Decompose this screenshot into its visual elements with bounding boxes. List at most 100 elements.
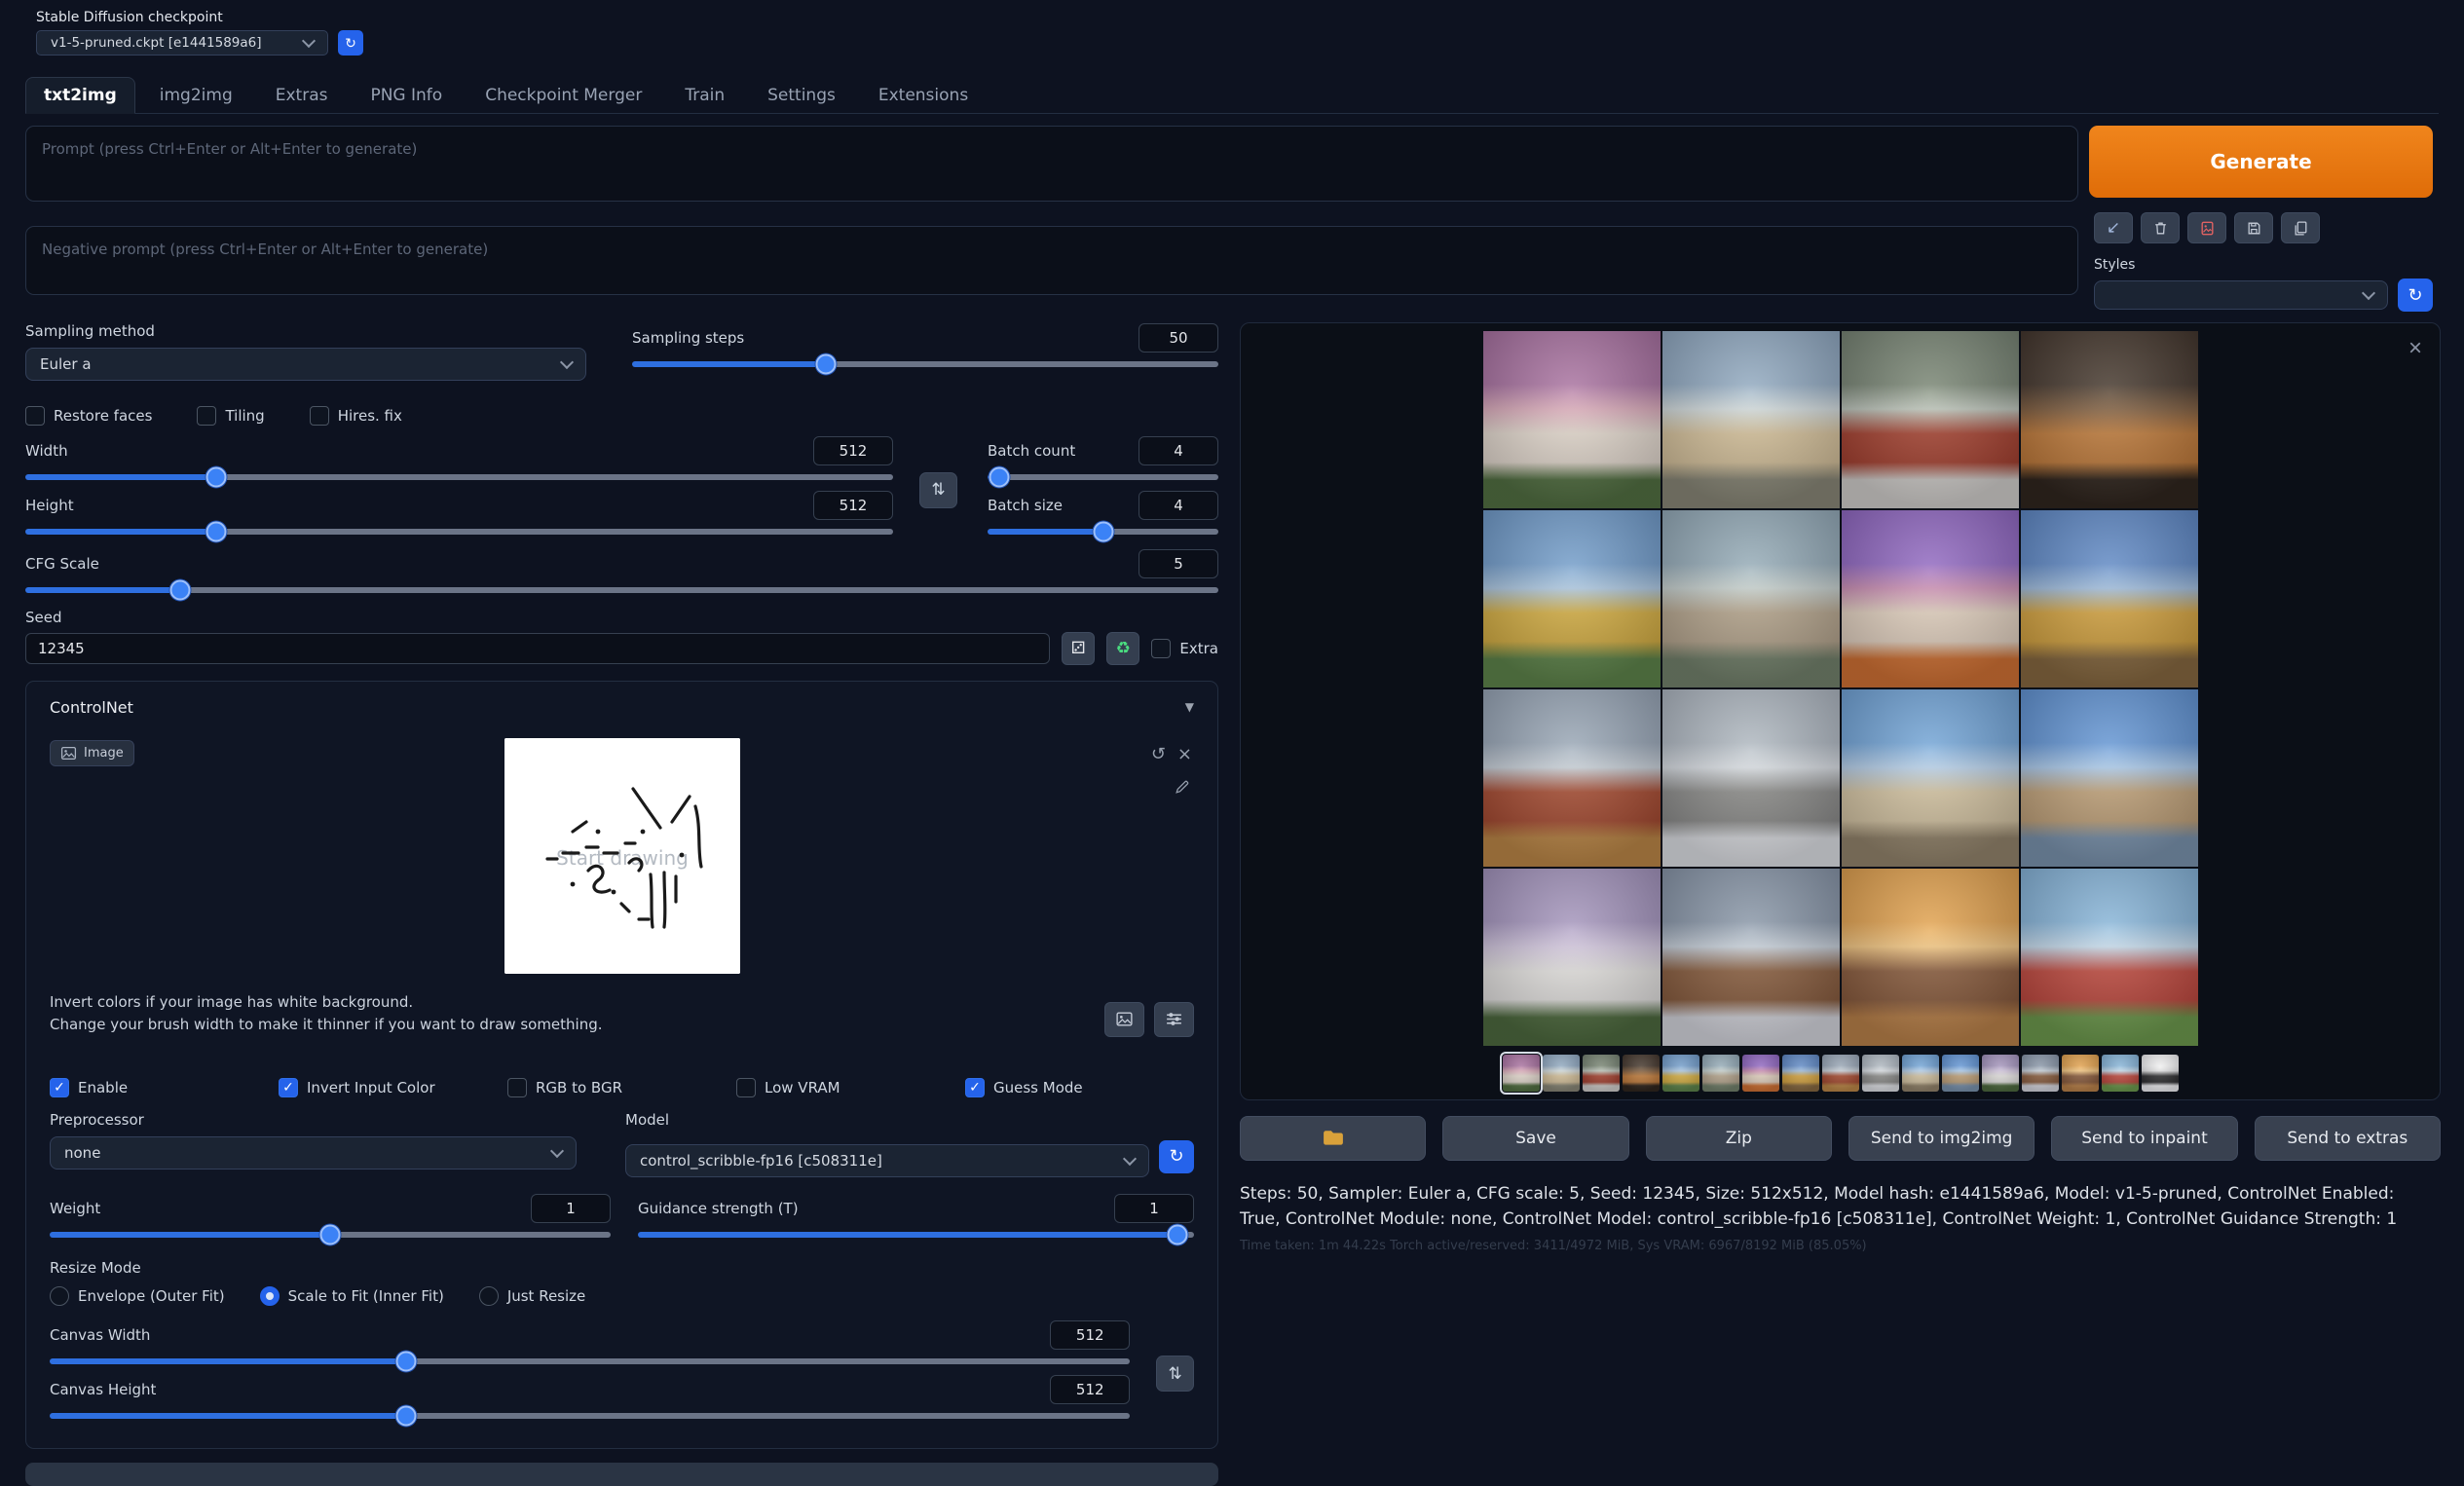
brush-icon[interactable] (1174, 779, 1190, 799)
checkbox-low-vram[interactable]: Low VRAM (736, 1078, 965, 1097)
tab-settings[interactable]: Settings (749, 77, 854, 114)
width-slider[interactable] (25, 474, 893, 480)
controlnet-accordion-header[interactable]: ControlNet ▼ (50, 695, 1194, 719)
batch-size-slider[interactable] (988, 529, 1218, 535)
thumbnail-white-cottage[interactable] (1982, 1055, 2019, 1092)
canvas-height-slider[interactable] (50, 1413, 1130, 1419)
send-to-extras-button[interactable]: Send to extras (2255, 1116, 2441, 1161)
send-to-inpaint-button[interactable]: Send to inpaint (2051, 1116, 2237, 1161)
controlnet-model-select[interactable]: control_scribble-fp16 [c508311e] (625, 1144, 1149, 1177)
gallery-image-town-road[interactable] (2021, 689, 2198, 867)
controlnet-weight-slider[interactable] (50, 1232, 611, 1238)
sampling-steps-slider[interactable] (632, 361, 1218, 367)
tab-checkpoint-merger[interactable]: Checkpoint Merger (467, 77, 660, 114)
gallery-image-dusk-farmhouse[interactable] (2021, 331, 2198, 508)
cfg-scale-value[interactable]: 5 (1139, 549, 1218, 578)
cfg-scale-slider[interactable] (25, 587, 1218, 593)
gallery-image-yellow-house[interactable] (1483, 510, 1661, 687)
gallery-image-sunny-street[interactable] (1842, 689, 2019, 867)
prompt-input[interactable] (25, 126, 2078, 202)
thumbnail-sunset-villa[interactable] (1742, 1055, 1779, 1092)
open-image-button[interactable] (1104, 1002, 1144, 1037)
checkbox-enable[interactable]: ✓Enable (50, 1078, 279, 1097)
width-value[interactable]: 512 (813, 436, 893, 465)
gallery-image-village-lane[interactable] (1662, 331, 1840, 508)
radio-envelope-outer-fit[interactable]: Envelope (Outer Fit) (50, 1286, 225, 1306)
checkbox-hires-fix[interactable]: Hires. fix (310, 406, 402, 426)
thumbnail-autumn-house[interactable] (1782, 1055, 1819, 1092)
send-to-img2img-button[interactable]: Send to img2img (1848, 1116, 2035, 1161)
sampling-method-select[interactable]: Euler a (25, 348, 586, 381)
tab-train[interactable]: Train (666, 77, 743, 114)
thumbnail-golden-sunset-house[interactable] (2062, 1055, 2099, 1092)
refresh-checkpoint-button[interactable]: ↻ (338, 30, 363, 56)
image-chip[interactable]: Image (50, 740, 134, 766)
gallery-image-brick-farmhouse[interactable] (1483, 689, 1661, 867)
gallery-image-stone-house[interactable] (1662, 510, 1840, 687)
batch-size-value[interactable]: 4 (1139, 491, 1218, 520)
reuse-seed-button[interactable]: ♻ (1106, 632, 1139, 665)
radio-scale-to-fit-inner-fit[interactable]: Scale to Fit (Inner Fit) (260, 1286, 444, 1306)
thumbnail-stone-house[interactable] (1702, 1055, 1739, 1092)
guidance-strength-value[interactable]: 1 (1114, 1194, 1194, 1223)
thumbnail-red-farmhouse[interactable] (2102, 1055, 2139, 1092)
swap-canvas-size-button[interactable]: ⇅ (1156, 1356, 1194, 1392)
extra-networks-button[interactable] (2187, 212, 2226, 243)
checkbox-invert-input-color[interactable]: ✓Invert Input Color (279, 1078, 507, 1097)
checkbox-tiling[interactable]: Tiling (197, 406, 264, 426)
clear-prompt-button[interactable] (2141, 212, 2180, 243)
canvas-width-value[interactable]: 512 (1050, 1320, 1130, 1350)
batch-count-value[interactable]: 4 (1139, 436, 1218, 465)
height-slider[interactable] (25, 529, 893, 535)
thumbnail-mountain-cabin[interactable] (2022, 1055, 2059, 1092)
thumbnail-pink-sky-cottage[interactable] (1503, 1055, 1540, 1092)
negative-prompt-input[interactable] (25, 226, 2078, 295)
styles-select[interactable] (2094, 280, 2388, 310)
zip-button[interactable]: Zip (1646, 1116, 1832, 1161)
thumbnail-town-road[interactable] (1942, 1055, 1979, 1092)
controlnet-weight-value[interactable]: 1 (531, 1194, 611, 1223)
radio-just-resize[interactable]: Just Resize (479, 1286, 585, 1306)
refresh-styles-button[interactable]: ↻ (2398, 279, 2433, 312)
thumbnail-red-barn-mountain[interactable] (1583, 1055, 1620, 1092)
batch-count-slider[interactable] (988, 474, 1218, 480)
checkbox-extra-seed[interactable]: Extra (1151, 639, 1218, 658)
tab-txt2img[interactable]: txt2img (25, 77, 135, 114)
thumbnail-winter-street[interactable] (1862, 1055, 1899, 1092)
gallery-image-winter-street[interactable] (1662, 689, 1840, 867)
gallery-image-white-cottage[interactable] (1483, 869, 1661, 1046)
save-style-button[interactable] (2234, 212, 2273, 243)
clear-canvas-icon[interactable]: × (1177, 744, 1192, 764)
thumbnail-sunny-street[interactable] (1902, 1055, 1939, 1092)
checkbox-restore-faces[interactable]: Restore faces (25, 406, 152, 426)
save-button[interactable]: Save (1442, 1116, 1628, 1161)
apply-style-button[interactable] (2281, 212, 2320, 243)
preprocessor-select[interactable]: none (50, 1136, 577, 1170)
refresh-models-button[interactable]: ↻ (1159, 1140, 1194, 1173)
tab-extensions[interactable]: Extensions (860, 77, 987, 114)
tab-img2img[interactable]: img2img (141, 77, 251, 114)
checkpoint-select[interactable]: v1-5-pruned.ckpt [e1441589a6] (36, 30, 328, 56)
gallery-image-red-farmhouse[interactable] (2021, 869, 2198, 1046)
gallery-image-pink-sky-cottage[interactable] (1483, 331, 1661, 508)
thumbnail-dusk-farmhouse[interactable] (1623, 1055, 1660, 1092)
open-folder-button[interactable] (1240, 1116, 1426, 1161)
canvas-width-slider[interactable] (50, 1358, 1130, 1364)
swap-width-height-button[interactable]: ⇅ (919, 472, 957, 508)
random-seed-button[interactable]: ⚂ (1062, 632, 1095, 665)
thumbnail-yellow-house[interactable] (1662, 1055, 1699, 1092)
checkbox-rgb-to-bgr[interactable]: RGB to BGR (507, 1078, 736, 1097)
height-value[interactable]: 512 (813, 491, 893, 520)
adjust-settings-button[interactable] (1154, 1002, 1194, 1037)
sampling-steps-value[interactable]: 50 (1139, 323, 1218, 353)
gallery-image-golden-sunset-house[interactable] (1842, 869, 2019, 1046)
script-section-partial[interactable] (25, 1463, 1218, 1486)
tab-png-info[interactable]: PNG Info (352, 77, 461, 114)
gallery-image-mountain-cabin[interactable] (1662, 869, 1840, 1046)
canvas-height-value[interactable]: 512 (1050, 1375, 1130, 1404)
gallery-image-autumn-house[interactable] (2021, 510, 2198, 687)
gallery-image-red-barn-mountain[interactable] (1842, 331, 2019, 508)
undo-icon[interactable]: ↺ (1151, 744, 1166, 764)
thumbnail-brick-farmhouse[interactable] (1822, 1055, 1859, 1092)
scribble-canvas[interactable]: Start drawing (504, 738, 740, 974)
